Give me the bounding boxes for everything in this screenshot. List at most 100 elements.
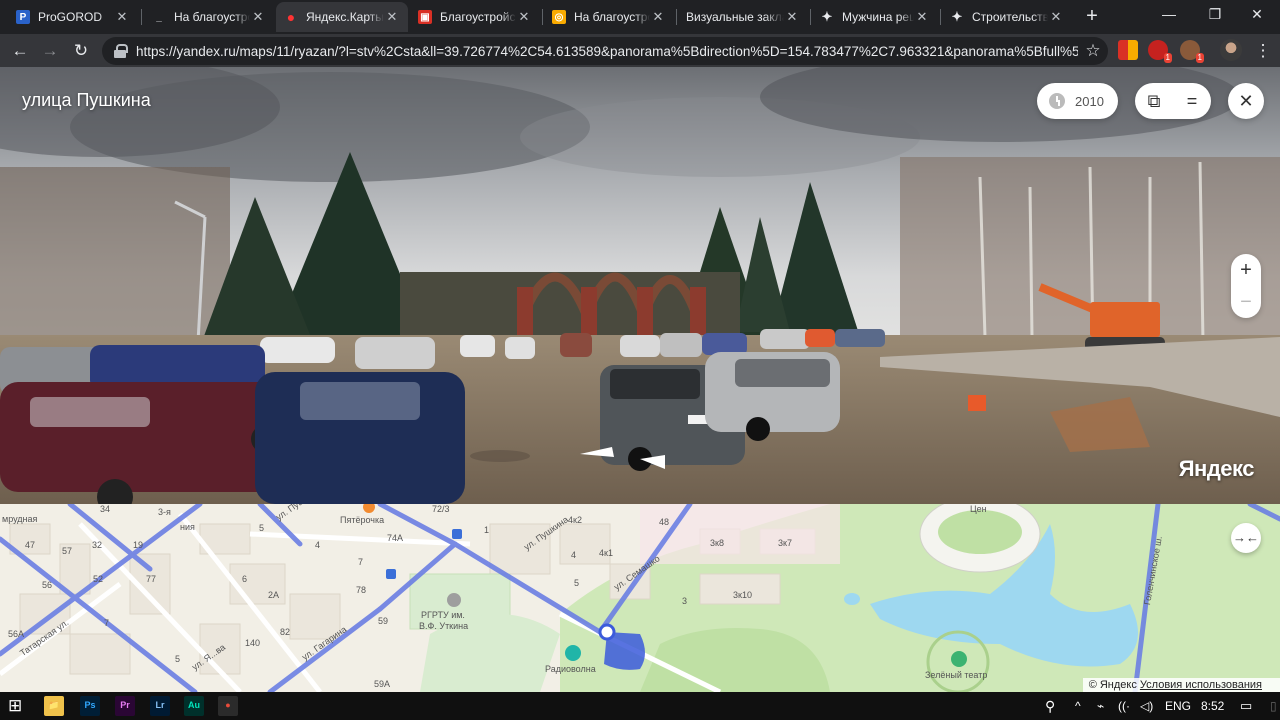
open-external-button[interactable]: ⧉: [1135, 83, 1173, 119]
wifi-icon[interactable]: ((·: [1118, 692, 1130, 720]
map-label: 140: [245, 638, 261, 648]
history-year-button[interactable]: 2010: [1037, 93, 1118, 109]
tab-separator: [676, 9, 677, 25]
tab-strip: P ProGOROD ✕ _ На благоустро ✕ ● Яндекс.…: [0, 0, 1280, 34]
minimize-button[interactable]: —: [1146, 0, 1192, 30]
ok-favicon-icon: ◎: [552, 10, 566, 24]
tab-close-icon[interactable]: ✕: [784, 9, 800, 25]
people-icon[interactable]: ⚲: [1045, 692, 1055, 720]
tab-title: На благоустро: [574, 10, 650, 24]
extension-flag-icon[interactable]: [1118, 40, 1138, 60]
tab-separator: [542, 9, 543, 25]
tab-close-icon[interactable]: ✕: [384, 9, 400, 25]
new-tab-button[interactable]: +: [1081, 5, 1103, 27]
map-label: 7: [358, 557, 364, 567]
lock-icon[interactable]: [114, 44, 128, 58]
panorama-actions: ⧉ =: [1135, 83, 1211, 119]
sparkle-favicon-icon: ✦: [821, 9, 833, 24]
mini-map[interactable]: мрудная343-яния475732195ул. Пушкина4Пятё…: [0, 504, 1280, 692]
address-bar[interactable]: https://yandex.ru/maps/11/ryazan/?l=stv%…: [102, 37, 1108, 65]
map-label: 5: [175, 654, 181, 664]
map-label: мрудная: [2, 514, 38, 524]
map-collapse-button[interactable]: →←: [1231, 523, 1261, 553]
yandex-logo: Яндекс: [1178, 456, 1255, 481]
map-label: 52: [93, 574, 104, 584]
panorama-image[interactable]: [0, 67, 1280, 504]
tab-separator: [141, 9, 142, 25]
map-label: В.Ф. Уткина: [419, 621, 469, 631]
map-label: 1: [484, 525, 490, 535]
taskbar-app-icon[interactable]: Pr: [115, 696, 135, 716]
tab-close-icon[interactable]: ✕: [516, 9, 532, 25]
tab-close-icon[interactable]: ✕: [914, 9, 930, 25]
forward-button[interactable]: →: [37, 38, 63, 64]
map-label: 48: [659, 517, 670, 527]
tab-close-icon[interactable]: ✕: [650, 9, 666, 25]
taskbar-app-icon[interactable]: 📁: [44, 696, 64, 716]
map-label: Зелёный театр: [925, 670, 988, 680]
map-label: 59А: [374, 679, 391, 689]
tab-title: Визуальные заклад: [686, 10, 784, 24]
taskbar-app-icon[interactable]: Au: [184, 696, 204, 716]
bookmark-star-icon[interactable]: ☆: [1078, 41, 1108, 61]
tab-blagoustroystvo-3[interactable]: ◎ На благоустро ✕: [544, 2, 674, 32]
taskbar-app-icon[interactable]: Lr: [150, 696, 170, 716]
extension-cookie-icon[interactable]: 1: [1180, 40, 1204, 63]
terms-of-use-link[interactable]: Условия использования: [1140, 679, 1262, 691]
tab-close-icon[interactable]: ✕: [114, 9, 130, 25]
taskbar-app-icon[interactable]: Ps: [80, 696, 100, 716]
panorama-menu-button[interactable]: =: [1173, 83, 1211, 119]
zoom-in-button[interactable]: +: [1231, 254, 1261, 286]
extension-adblock-icon[interactable]: 1: [1148, 40, 1172, 63]
map-label: 5: [259, 523, 265, 533]
map-label: 59: [378, 616, 389, 626]
network-icon[interactable]: ⌁: [1097, 692, 1104, 720]
reload-button[interactable]: ↻: [68, 38, 94, 64]
tab-title: Яндекс.Карты: [306, 10, 384, 24]
tab-progorod[interactable]: P ProGOROD ✕: [8, 2, 138, 32]
browser-window: P ProGOROD ✕ _ На благоустро ✕ ● Яндекс.…: [0, 0, 1280, 720]
zoom-out-button[interactable]: −: [1231, 286, 1261, 318]
back-button[interactable]: ←: [7, 38, 33, 64]
tab-close-icon[interactable]: ✕: [1048, 9, 1064, 25]
tab-blagoustroystvo-2[interactable]: ▣ Благоустройс ✕: [410, 2, 540, 32]
tab-close-icon[interactable]: ✕: [250, 9, 266, 25]
show-desktop-button[interactable]: ▯: [1270, 692, 1277, 720]
tab-blagoustroystvo-1[interactable]: _ На благоустро ✕: [144, 2, 274, 32]
map-label: 6: [242, 574, 248, 584]
clock-time[interactable]: 8:52: [1201, 692, 1224, 720]
chrome-menu-button[interactable]: ⋮: [1250, 38, 1276, 64]
map-label: 34: [100, 504, 111, 514]
panorama-view[interactable]: улица Пушкина 2010 ⧉ = ✕ + − Яндекс: [0, 67, 1280, 504]
language-indicator[interactable]: ENG: [1165, 692, 1191, 720]
tab-muzhchina[interactable]: ✦ Мужчина реш ✕: [812, 2, 938, 32]
close-icon[interactable]: ✕: [1228, 83, 1264, 119]
volume-icon[interactable]: ◁): [1140, 692, 1153, 720]
map-label: 3к10: [733, 590, 752, 600]
tab-separator: [810, 9, 811, 25]
tab-title: Строительств: [972, 10, 1048, 24]
page-favicon-icon: _: [152, 10, 166, 24]
tab-stroitelstvo[interactable]: ✦ Строительств ✕: [942, 2, 1072, 32]
map-label: 4к2: [568, 515, 582, 525]
tab-yandex-maps[interactable]: ● Яндекс.Карты ✕: [276, 2, 408, 32]
panorama-close-button[interactable]: ✕: [1228, 83, 1264, 119]
profile-avatar[interactable]: [1220, 39, 1242, 61]
tray-expand-icon[interactable]: ^: [1075, 692, 1081, 720]
start-button[interactable]: ⊞: [8, 692, 22, 720]
map-label: Радиоволна: [545, 664, 596, 674]
extension-badge: 1: [1195, 53, 1204, 63]
notifications-icon[interactable]: ▭: [1240, 692, 1252, 720]
map-label: 2А: [268, 590, 280, 600]
map-label: 19: [133, 540, 144, 550]
window-close-button[interactable]: ✕: [1234, 0, 1280, 30]
map-copyright: © Яндекс Условия использования: [1082, 678, 1280, 692]
copyright-text: © Яндекс: [1088, 679, 1137, 691]
tab-visual-bookmarks[interactable]: Визуальные заклад ✕: [678, 2, 808, 32]
tab-separator: [940, 9, 941, 25]
url-text[interactable]: https://yandex.ru/maps/11/ryazan/?l=stv%…: [136, 44, 1078, 59]
taskbar-app-icon[interactable]: ●: [218, 696, 238, 716]
map-label: 78: [356, 585, 367, 595]
year-selector[interactable]: 2010: [1037, 83, 1118, 119]
maximize-button[interactable]: ❐: [1192, 0, 1238, 30]
